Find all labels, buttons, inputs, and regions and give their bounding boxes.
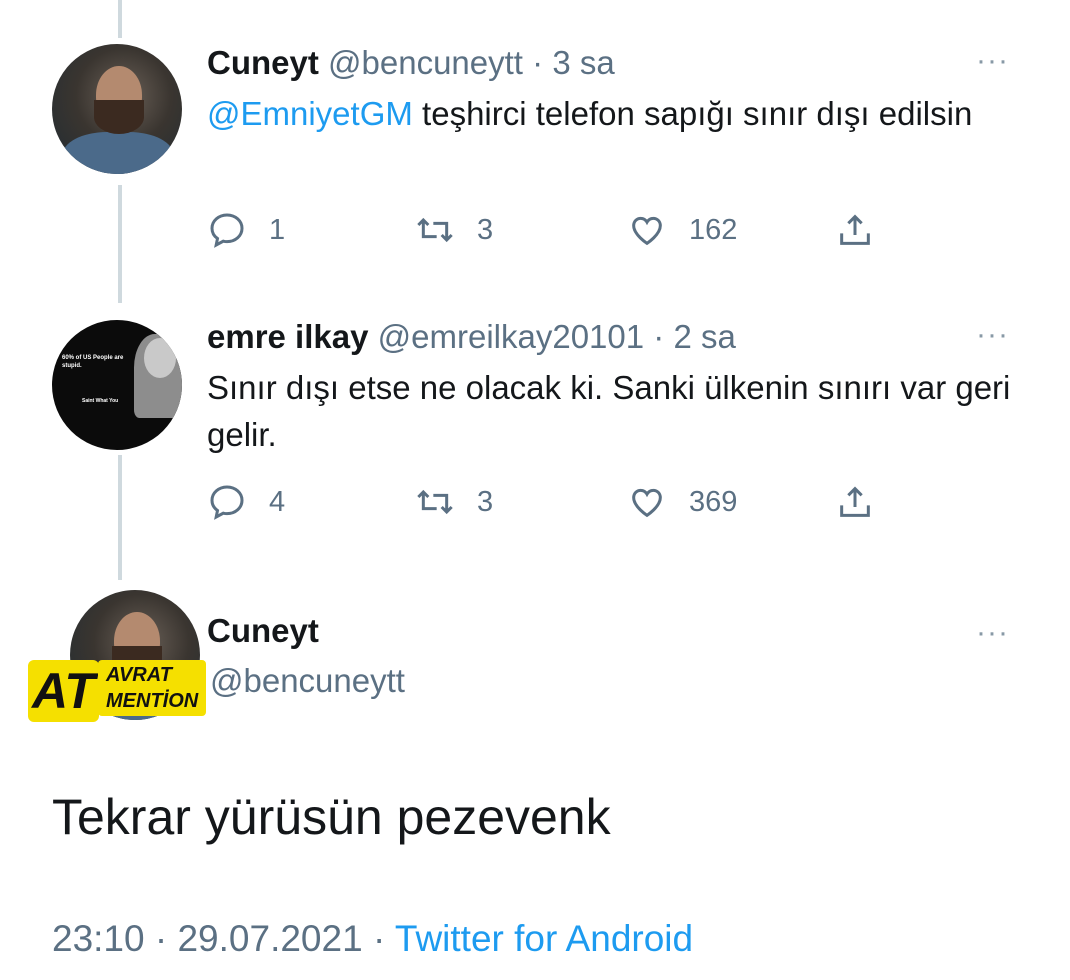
thread-line-top	[118, 0, 122, 38]
avatar-beard	[94, 100, 144, 134]
avatar[interactable]	[52, 44, 182, 174]
share-button[interactable]	[835, 482, 875, 522]
share-icon	[840, 486, 870, 517]
tweet-source-link[interactable]: Twitter for Android	[395, 918, 693, 959]
separator: ·	[372, 918, 386, 959]
author-name[interactable]: emre ilkay	[207, 318, 368, 355]
thread-line-1	[118, 185, 122, 303]
share-icon	[840, 214, 870, 245]
tweet-time[interactable]: 2 sa	[673, 318, 735, 355]
author-handle[interactable]: @bencuneytt	[210, 662, 405, 700]
thread-line-2	[118, 455, 122, 580]
tweet-body: teşhirci telefon sapığı sınır dışı edils…	[412, 95, 973, 132]
retweet-icon	[417, 489, 453, 515]
retweet-count: 3	[477, 213, 494, 246]
tweet-text: Sınır dışı etse ne olacak ki. Sanki ülke…	[207, 369, 1011, 453]
avatar-meme-text-bottom: Saint What You	[82, 398, 119, 404]
badge-logo-text: AT	[28, 660, 99, 722]
avatar-meme-text-top: 60% of US People are stupid.	[62, 355, 124, 369]
reply-button[interactable]: 4	[207, 482, 285, 522]
separator: ·	[532, 44, 544, 81]
reply-button[interactable]: 1	[207, 210, 285, 250]
watermark-badge: AT AVRAT MENTİON	[28, 652, 207, 724]
avatar-portrait-head	[144, 338, 176, 378]
like-icon	[632, 488, 662, 518]
author-name[interactable]: Cuneyt	[207, 612, 319, 650]
separator: ·	[653, 318, 665, 355]
like-button[interactable]: 369	[627, 482, 737, 522]
author-name[interactable]: Cuneyt	[207, 44, 319, 81]
reply-count: 1	[269, 213, 286, 246]
like-button[interactable]: 162	[627, 210, 737, 250]
mention-link[interactable]: @EmniyetGM	[207, 95, 413, 132]
badge-caption: AVRAT MENTİON	[98, 660, 207, 716]
tweet-actions: 1 3 162	[207, 210, 907, 250]
more-icon[interactable]: ···	[976, 44, 1009, 78]
share-button[interactable]	[835, 210, 875, 250]
avatar-shirt	[62, 132, 174, 174]
tweet-text: @EmniyetGM teşhirci telefon sapığı sınır…	[207, 90, 1037, 137]
avatar[interactable]: 60% of US People are stupid. Saint What …	[52, 320, 182, 450]
tweet-time[interactable]: 3 sa	[552, 44, 614, 81]
like-icon	[632, 216, 662, 246]
author-handle[interactable]: @emreilkay20101	[378, 318, 644, 355]
tweet-actions: 4 3 369	[207, 482, 907, 522]
like-count: 162	[689, 213, 738, 246]
retweet-button[interactable]: 3	[415, 482, 493, 522]
tweet-header: Cuneyt @bencuneytt · 3 sa	[207, 44, 615, 82]
reply-icon	[210, 485, 244, 520]
tweet-footer: 23:10 · 29.07.2021 · Twitter for Android	[52, 918, 693, 960]
tweet-date[interactable]: 29.07.2021	[177, 918, 362, 959]
tweet-header: emre ilkay @emreilkay20101 · 2 sa	[207, 318, 736, 356]
separator: ·	[154, 918, 168, 959]
more-icon[interactable]: ···	[976, 616, 1009, 650]
more-icon[interactable]: ···	[976, 318, 1009, 352]
retweet-icon	[417, 217, 453, 243]
retweet-count: 3	[477, 485, 494, 518]
like-count: 369	[689, 485, 738, 518]
reply-icon	[210, 213, 244, 248]
author-handle[interactable]: @bencuneytt	[328, 44, 523, 81]
main-tweet-text: Tekrar yürüsün pezevenk	[52, 789, 611, 845]
reply-count: 4	[269, 485, 286, 518]
tweet-time[interactable]: 23:10	[52, 918, 145, 959]
retweet-button[interactable]: 3	[415, 210, 493, 250]
